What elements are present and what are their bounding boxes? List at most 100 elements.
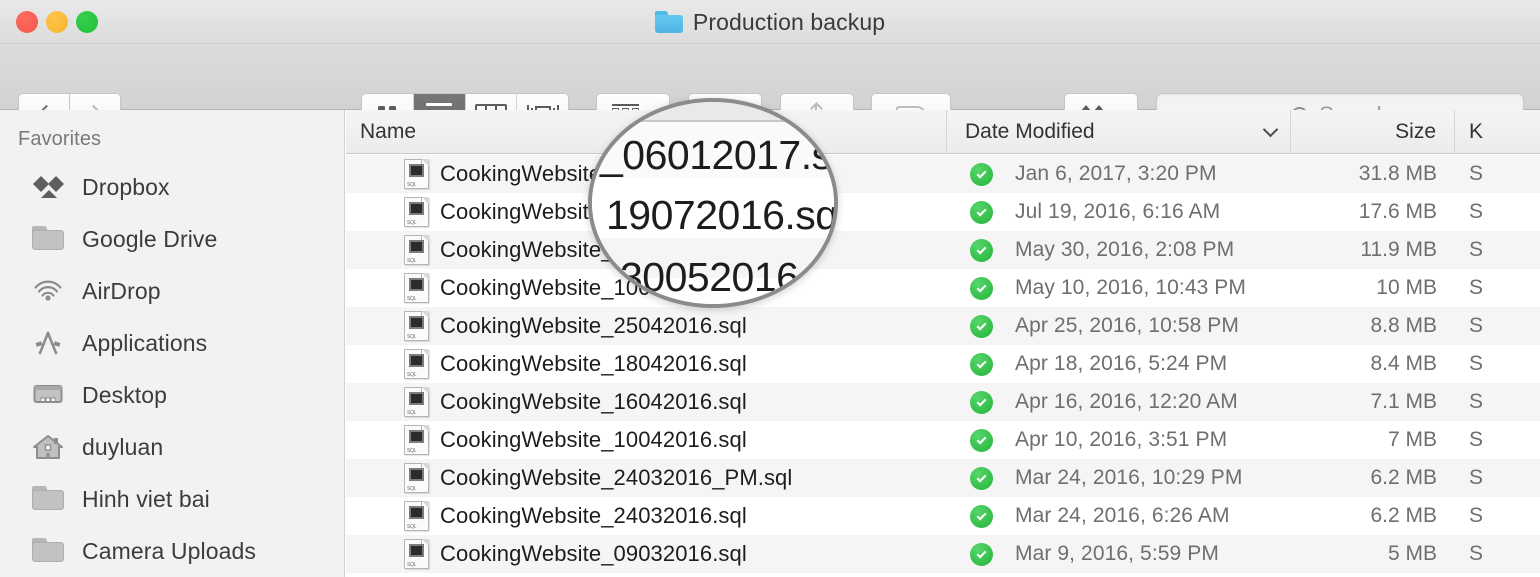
magnified-filename: 30052016.s <box>620 254 830 300</box>
file-kind: S <box>1469 276 1484 299</box>
folder-icon <box>32 536 66 566</box>
sql-file-icon: SQL <box>404 159 429 189</box>
table-row[interactable]: SQL CookingWebsite_25042016.sql Apr 25, 20… <box>346 307 1540 345</box>
date-modified: May 30, 2016, 2:08 PM <box>1015 238 1235 261</box>
sync-check-icon <box>969 200 993 224</box>
file-size: 7.1 MB <box>1370 390 1437 413</box>
column-headers: Name Date Modified Size K <box>346 109 1540 154</box>
column-header-date-modified[interactable]: Date Modified <box>947 109 1291 154</box>
file-size: 6.2 MB <box>1370 466 1437 489</box>
sidebar-item-label: Dropbox <box>82 173 170 200</box>
sidebar-item-camera-uploads[interactable]: Camera Uploads <box>0 525 344 577</box>
column-header-size[interactable]: Size <box>1291 109 1455 154</box>
toolbar: Search <box>0 44 1540 137</box>
desktop-icon <box>32 380 66 410</box>
table-row[interactable]: SQLCookingWebsite_30052016.sqlMay 30, 20… <box>346 231 1540 269</box>
sql-file-icon: SQL <box>404 425 429 455</box>
finder-window: Production backup Favorites Dropbox Goog… <box>0 0 1540 577</box>
column-header-kind[interactable]: K <box>1455 110 1540 154</box>
date-modified: Mar 24, 2016, 6:26 AM <box>1015 504 1230 527</box>
airdrop-icon <box>32 276 66 306</box>
date-modified: Jul 19, 2016, 6:16 AM <box>1015 200 1221 223</box>
table-row[interactable]: SQL CookingWebsite_18042016.sql Apr 18, 20… <box>346 345 1540 383</box>
sidebar-item-duyluan[interactable]: duyluan <box>0 421 344 473</box>
date-modified: Apr 10, 2016, 3:51 PM <box>1015 428 1228 451</box>
sidebar: Favorites Dropbox Google Drive AirDrop A… <box>0 110 345 577</box>
table-row[interactable]: SQL CookingWebsite_09032016.sql Mar 9, 201… <box>346 535 1540 573</box>
sync-status-cell <box>947 200 1015 224</box>
sync-status-cell <box>947 276 1015 300</box>
sql-file-icon: SQL <box>404 501 429 531</box>
file-kind: S <box>1469 428 1484 451</box>
home-icon <box>32 432 66 462</box>
sync-check-icon <box>969 352 993 376</box>
file-name-cell: SQL CookingWebsite_25042016.sql <box>346 311 947 341</box>
sidebar-item-airdrop[interactable]: AirDrop <box>0 265 344 317</box>
sql-file-icon: SQL <box>404 273 429 303</box>
sync-check-icon <box>969 238 993 262</box>
file-size: 8.4 MB <box>1370 352 1437 375</box>
sidebar-item-applications[interactable]: Applications <box>0 317 344 369</box>
applications-icon <box>32 328 66 358</box>
table-row[interactable]: SQL CookingWebsite_24032016.sql Mar 24, 20… <box>346 497 1540 535</box>
file-name-cell: SQL CookingWebsite_24032016.sql <box>346 501 947 531</box>
sidebar-item-hinh-viet-bai[interactable]: Hinh viet bai <box>0 473 344 525</box>
file-kind: S <box>1469 390 1484 413</box>
file-size: 7 MB <box>1387 428 1437 451</box>
folder-icon <box>654 11 683 33</box>
file-name: CookingWebsite_10042016.sql <box>440 427 747 452</box>
sync-status-cell <box>947 352 1015 376</box>
file-size: 10 MB <box>1376 276 1437 299</box>
file-list-pane: Name Date Modified Size K SQLCookingWebs… <box>346 109 1540 577</box>
window-title-group: Production backup <box>0 0 1540 44</box>
sync-status-cell <box>947 314 1015 338</box>
file-name: CookingWebsite_24032016.sql <box>440 503 747 528</box>
sync-status-cell <box>947 428 1015 452</box>
sync-check-icon <box>969 390 993 414</box>
sidebar-item-desktop[interactable]: Desktop <box>0 369 344 421</box>
sync-check-icon <box>969 428 993 452</box>
table-row[interactable]: SQL CookingWebsite_10042016.sql Apr 10, 20… <box>346 421 1540 459</box>
file-size: 6.2 MB <box>1370 504 1437 527</box>
sync-check-icon <box>969 276 993 300</box>
sidebar-item-label: Hinh viet bai <box>82 485 210 512</box>
table-row[interactable]: SQLCookingWebsite_19072016.sqlJul 19, 20… <box>346 193 1540 231</box>
file-name: CookingWebsite_18042016.sql <box>440 351 747 376</box>
table-row[interactable]: SQLCookingWebsite_06012017.sqlJan 6, 201… <box>346 155 1540 193</box>
file-size: 8.8 MB <box>1370 314 1437 337</box>
file-name: CookingWebsite_16042016.sql <box>440 389 747 414</box>
sql-file-icon: SQL <box>404 463 429 493</box>
sidebar-item-label: Desktop <box>82 381 168 408</box>
sync-status-cell <box>947 390 1015 414</box>
file-rows: SQLCookingWebsite_06012017.sqlJan 6, 201… <box>346 155 1540 573</box>
file-kind: S <box>1469 466 1484 489</box>
date-modified: May 10, 2016, 10:43 PM <box>1015 276 1247 299</box>
file-kind: S <box>1469 314 1484 337</box>
sql-file-icon: SQL <box>404 387 429 417</box>
sidebar-item-google-drive[interactable]: Google Drive <box>0 213 344 265</box>
sidebar-item-dropbox[interactable]: Dropbox <box>0 161 344 213</box>
file-kind: S <box>1469 504 1484 527</box>
table-row[interactable]: SQL CookingWebsite_24032016_PM.sql Mar 24,… <box>346 459 1540 497</box>
date-modified: Apr 18, 2016, 5:24 PM <box>1015 352 1228 375</box>
sidebar-section-favorites: Favorites <box>18 128 102 150</box>
file-name-cell: SQL CookingWebsite_24032016_PM.sql <box>346 463 947 493</box>
sync-status-cell <box>947 466 1015 490</box>
title-bar: Production backup <box>0 0 1540 44</box>
file-kind: S <box>1469 238 1484 261</box>
file-kind: S <box>1469 352 1484 375</box>
date-modified: Apr 25, 2016, 10:58 PM <box>1015 314 1240 337</box>
file-name: CookingWebsite_24032016_PM.sql <box>440 465 793 490</box>
table-row[interactable]: SQL CookingWebsite_16042016.sql Apr 16, 20… <box>346 383 1540 421</box>
sql-file-icon: SQL <box>404 539 429 569</box>
folder-icon <box>32 484 66 514</box>
sync-status-cell <box>947 238 1015 262</box>
window-title: Production backup <box>692 8 886 35</box>
table-row[interactable]: SQLCookingWebsite_10052016.sqlMay 10, 20… <box>346 269 1540 307</box>
magnifier-content: _06012017.sql 19072016.sql 30052016.s <box>592 102 838 304</box>
file-name-cell: SQL CookingWebsite_09032016.sql <box>346 539 947 569</box>
file-size: 11.9 MB <box>1360 238 1437 261</box>
sync-status-cell <box>947 162 1015 186</box>
sql-file-icon: SQL <box>404 235 429 265</box>
magnified-filename: _06012017.sql <box>600 132 838 178</box>
